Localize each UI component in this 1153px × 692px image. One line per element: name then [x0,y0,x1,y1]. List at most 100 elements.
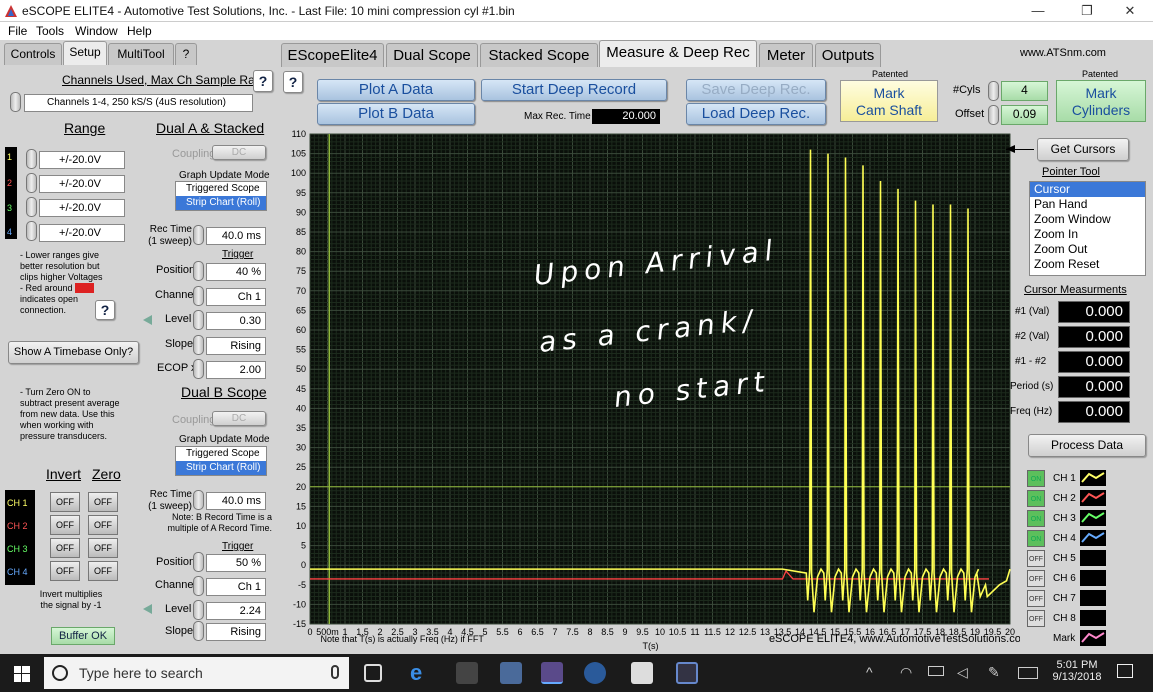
dual-b-mode-strip[interactable]: Strip Chart (Roll) [176,461,266,475]
app-icon-4[interactable] [631,662,653,684]
menu-tools[interactable]: Tools [36,24,64,38]
close-icon[interactable]: ✕ [1107,0,1153,22]
app-icon-5[interactable] [676,662,698,684]
minimize-icon[interactable]: — [1015,0,1061,22]
mark-cam-shaft-button[interactable]: Mark Cam Shaft [840,80,938,122]
restore-icon[interactable]: ❐ [1064,0,1110,22]
microphone-icon[interactable] [331,665,339,679]
tab-setup[interactable]: Setup [63,41,107,65]
dual-a-mode-triggered[interactable]: Triggered Scope [176,182,266,196]
plot-b-button[interactable]: Plot B Data [317,103,475,125]
invert-ch4-toggle[interactable]: OFF [50,561,80,581]
keyboard-icon[interactable] [1018,667,1038,679]
channel-swatch[interactable] [1080,570,1106,586]
dual-a-channel-spinner[interactable] [193,286,204,306]
windows-start-icon[interactable] [14,666,30,685]
channel-swatch[interactable] [1080,610,1106,626]
range-help-button[interactable]: ? [95,300,115,320]
app-icon-3[interactable] [584,662,606,684]
channel-toggle[interactable]: ON [1027,470,1045,487]
dual-a-channel-field[interactable]: Ch 1 [206,288,266,306]
channel-toggle[interactable]: OFF [1027,550,1045,567]
offset-spinner[interactable] [988,105,999,125]
dual-b-slope-spinner[interactable] [193,621,204,641]
tab-stacked-scope[interactable]: Stacked Scope [480,43,598,67]
dual-b-rec-time-spinner[interactable] [193,490,204,510]
range-spinner-2[interactable] [26,173,37,193]
taskbar-search[interactable]: Type here to search [44,657,349,689]
save-deep-rec-button[interactable]: Save Deep Rec. [686,79,826,101]
range-ch1-field[interactable]: +/-20.0V [39,151,125,169]
app-icon-2[interactable] [500,662,522,684]
dual-b-level-field[interactable]: 2.24 [206,602,266,620]
range-spinner-4[interactable] [26,221,37,241]
menu-window[interactable]: Window [75,24,118,38]
dual-a-level-field[interactable]: 0.30 [206,312,266,330]
dual-a-position-spinner[interactable] [193,261,204,281]
volume-icon[interactable]: ◁ [957,664,968,681]
invert-ch2-toggle[interactable]: OFF [50,515,80,535]
battery-icon[interactable] [928,666,944,676]
pointer-tool-item[interactable]: Zoom Window [1030,212,1145,227]
tab-measure-deep-rec[interactable]: Measure & Deep Rec [599,40,757,67]
dual-a-coupling-button[interactable]: DC [212,145,266,160]
tab-escopeelite4[interactable]: EScopeElite4 [281,43,384,67]
channel-toggle[interactable]: ON [1027,510,1045,527]
process-data-button[interactable]: Process Data [1028,434,1146,457]
channel-toggle[interactable]: OFF [1027,570,1045,587]
channel-swatch[interactable] [1080,550,1106,566]
dual-b-position-field[interactable]: 50 % [206,554,266,572]
channel-toggle[interactable]: ON [1027,530,1045,547]
dual-b-channel-field[interactable]: Ch 1 [206,578,266,596]
channel-toggle[interactable]: OFF [1027,590,1045,607]
dual-a-rec-time-spinner[interactable] [193,225,204,245]
tab-controls[interactable]: Controls [4,43,62,65]
channel-swatch[interactable] [1080,490,1106,506]
channels-help-button[interactable]: ? [253,70,273,92]
dual-a-mode-list[interactable]: Triggered Scope Strip Chart (Roll) [175,181,267,211]
menu-file[interactable]: File [8,24,27,38]
plot-a-button[interactable]: Plot A Data [317,79,475,101]
range-spinner-3[interactable] [26,197,37,217]
offset-field[interactable]: 0.09 [1001,105,1048,125]
range-ch4-field[interactable]: +/-20.0V [39,224,125,242]
pen-icon[interactable]: ✎ [988,664,1000,681]
chevron-up-icon[interactable]: ^ [866,664,873,680]
tab-meter[interactable]: Meter [759,43,813,67]
pointer-tool-item[interactable]: Pan Hand [1030,197,1145,212]
dual-a-rec-time-field[interactable]: 40.0 ms [206,227,266,245]
channel-toggle[interactable]: ON [1027,490,1045,507]
mark-cylinders-button[interactable]: Mark Cylinders [1056,80,1146,122]
dual-a-slope-spinner[interactable] [193,335,204,355]
cyls-spinner[interactable] [988,81,999,101]
mark-swatch[interactable] [1080,630,1106,646]
pointer-tool-item[interactable]: Zoom Reset [1030,257,1145,272]
level-b-arrow-icon[interactable] [143,604,152,614]
dual-a-mode-strip[interactable]: Strip Chart (Roll) [176,196,266,210]
channel-swatch[interactable] [1080,470,1106,486]
dual-b-channel-spinner[interactable] [193,576,204,596]
clock[interactable]: 5:01 PM 9/13/2018 [1052,659,1102,683]
channel-swatch[interactable] [1080,530,1106,546]
main-help-button[interactable]: ? [283,71,303,93]
edge-icon[interactable]: e [410,662,432,684]
tab-dual-scope[interactable]: Dual Scope [386,43,478,67]
dual-b-position-spinner[interactable] [193,552,204,572]
dual-b-coupling-button[interactable]: DC [212,411,266,426]
pointer-tool-item[interactable]: Zoom In [1030,227,1145,242]
zero-ch1-toggle[interactable]: OFF [88,492,118,512]
tab-outputs[interactable]: Outputs [815,43,881,67]
wifi-icon[interactable]: ◠ [900,664,912,681]
invert-ch3-toggle[interactable]: OFF [50,538,80,558]
channel-toggle[interactable]: OFF [1027,610,1045,627]
channels-field[interactable]: Channels 1-4, 250 kS/S (4uS resolution) [24,94,253,112]
level-arrow-icon[interactable] [143,315,152,325]
notification-icon[interactable] [1117,664,1133,678]
task-view-icon[interactable] [364,664,382,682]
channels-spinner[interactable] [10,92,21,112]
dual-a-slope-field[interactable]: Rising [206,337,266,355]
tab-help[interactable]: ? [175,43,197,65]
escope-taskbar-icon[interactable] [541,662,563,684]
dual-b-mode-list[interactable]: Triggered Scope Strip Chart (Roll) [175,446,267,476]
get-cursors-button[interactable]: Get Cursors [1037,138,1129,161]
